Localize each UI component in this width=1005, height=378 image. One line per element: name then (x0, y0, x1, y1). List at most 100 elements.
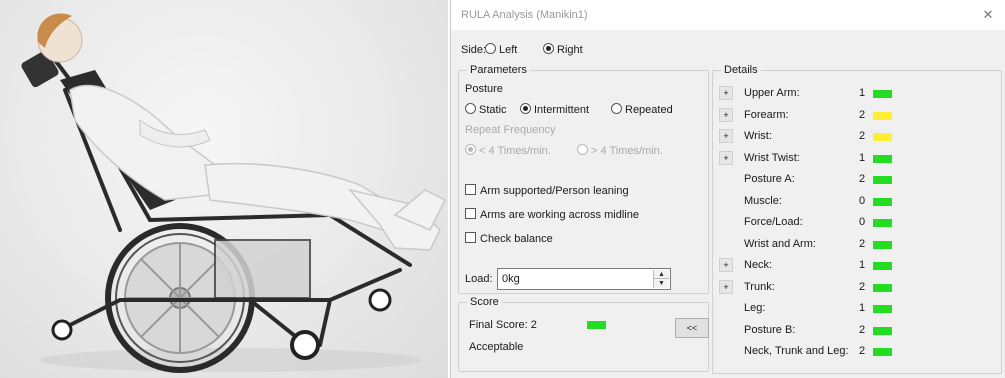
posture-label: Posture (465, 83, 503, 95)
side-left-radio-icon (485, 43, 496, 54)
collapse-details-button[interactable]: << (675, 318, 709, 338)
expand-icon[interactable]: + (719, 107, 733, 122)
detail-label: Neck, Trunk and Leg: (744, 345, 849, 357)
load-spin-buttons[interactable]: ▲ ▼ (653, 270, 669, 288)
detail-score-swatch (873, 326, 892, 335)
posture-repeated-radio[interactable]: Repeated (611, 103, 673, 116)
detail-score: 2 (859, 108, 866, 121)
repeat-less-radio[interactable]: < 4 Times/min. (465, 144, 551, 157)
repeat-less-label: < 4 Times/min. (479, 145, 551, 157)
expand-icon[interactable]: + (719, 129, 733, 143)
detail-row[interactable]: + Neck: 1 (713, 255, 1003, 276)
detail-score: 2 (859, 345, 866, 357)
detail-row: Muscle: 0 (713, 191, 1003, 212)
parameters-group: Parameters Posture Static Intermittent R… (458, 64, 709, 294)
expand-icon[interactable]: + (719, 86, 733, 100)
detail-label: Posture A: (744, 173, 795, 185)
repeat-less-radio-icon (465, 144, 476, 155)
side-right-radio[interactable]: Right (543, 43, 583, 56)
repeat-frequency-label: Repeat Frequency (465, 124, 556, 136)
detail-label: Trunk: (744, 280, 775, 293)
side-left-label: Left (499, 44, 518, 56)
expand-icon[interactable]: + (719, 150, 733, 165)
detail-score: 0 (859, 216, 866, 228)
3d-viewport[interactable] (0, 0, 448, 378)
detail-label: Wrist and Arm: (744, 237, 816, 250)
detail-score-swatch (873, 176, 892, 184)
across-midline-label: Arms are working across midline (480, 209, 639, 221)
side-right-radio-icon (543, 43, 554, 54)
detail-score-swatch (873, 240, 892, 249)
parameters-legend: Parameters (467, 64, 530, 76)
posture-intermittent-radio[interactable]: Intermittent (520, 103, 589, 116)
posture-static-radio[interactable]: Static (465, 103, 507, 116)
detail-label: Leg: (744, 302, 766, 314)
posture-repeated-label: Repeated (625, 104, 673, 116)
details-legend: Details (721, 64, 761, 76)
expand-icon[interactable]: + (719, 258, 733, 272)
detail-score: 1 (859, 151, 866, 164)
detail-row: Neck, Trunk and Leg: 2 (713, 341, 1003, 362)
detail-label: Wrist Twist: (744, 151, 800, 164)
spin-down-icon[interactable]: ▼ (654, 279, 669, 288)
posture-intermittent-radio-icon (520, 103, 531, 114)
dialog-title: RULA Analysis (Manikin1) (461, 9, 588, 21)
detail-score: 2 (859, 130, 866, 142)
dialog-titlebar[interactable]: RULA Analysis (Manikin1) ✕ (451, 0, 1005, 30)
detail-score-swatch (873, 111, 892, 120)
posture-repeated-radio-icon (611, 103, 622, 114)
detail-row[interactable]: + Forearm: 2 (713, 105, 1003, 126)
detail-row[interactable]: + Trunk: 2 (713, 277, 1003, 298)
score-verdict: Acceptable (469, 341, 524, 353)
posture-intermittent-label: Intermittent (534, 104, 590, 116)
detail-row[interactable]: + Upper Arm: 1 (713, 83, 1003, 104)
rula-analysis-dialog: RULA Analysis (Manikin1) ✕ Side: Left Ri… (450, 0, 1005, 378)
details-group: Details + Upper Arm: 1 + Forearm: 2 + Wrist: 2 + W… (712, 64, 1003, 374)
detail-score: 2 (859, 280, 866, 293)
detail-score: 0 (859, 194, 866, 207)
detail-score: 2 (859, 323, 866, 336)
detail-row: Leg: 1 (713, 298, 1003, 319)
detail-label: Force/Load: (744, 216, 803, 228)
expand-icon[interactable]: + (719, 279, 733, 294)
arm-supported-checkbox[interactable]: Arm supported/Person leaning (465, 184, 629, 197)
close-icon[interactable]: ✕ (978, 5, 998, 25)
detail-row: Wrist and Arm: 2 (713, 234, 1003, 255)
load-value: 0kg (502, 273, 520, 285)
load-label: Load: (465, 273, 493, 285)
side-label: Side: (461, 44, 487, 56)
detail-score: 1 (859, 259, 866, 271)
detail-score-swatch (873, 283, 892, 292)
load-spinbox[interactable]: 0kg ▲ ▼ (497, 268, 671, 290)
detail-score-swatch (873, 305, 892, 313)
score-group: Score Final Score: 2 Acceptable << (458, 296, 709, 372)
detail-score: 2 (859, 237, 866, 250)
across-midline-check-icon (465, 208, 476, 219)
detail-row: Posture A: 2 (713, 169, 1003, 190)
detail-row[interactable]: + Wrist Twist: 1 (713, 148, 1003, 169)
final-score-swatch (587, 321, 606, 329)
detail-label: Neck: (744, 259, 773, 271)
posture-static-radio-icon (465, 103, 476, 114)
detail-row[interactable]: + Wrist: 2 (713, 126, 1003, 147)
detail-label: Forearm: (744, 108, 789, 121)
side-left-radio[interactable]: Left (485, 43, 517, 56)
check-balance-checkbox[interactable]: Check balance (465, 232, 553, 245)
detail-score: 1 (859, 87, 866, 99)
across-midline-checkbox[interactable]: Arms are working across midline (465, 208, 639, 221)
final-score-label: Final Score: 2 (469, 319, 537, 331)
spin-up-icon[interactable]: ▲ (654, 270, 669, 279)
detail-label: Upper Arm: (744, 87, 800, 99)
repeat-more-radio-icon (577, 144, 588, 155)
repeat-more-radio[interactable]: > 4 Times/min. (577, 144, 663, 157)
detail-score-swatch (873, 90, 892, 98)
detail-row: Posture B: 2 (713, 320, 1003, 341)
detail-row: Force/Load: 0 (713, 212, 1003, 233)
detail-score-swatch (873, 219, 892, 227)
score-legend: Score (467, 296, 502, 308)
arm-supported-label: Arm supported/Person leaning (480, 185, 629, 197)
detail-label: Wrist: (744, 130, 772, 142)
detail-score-swatch (873, 154, 892, 163)
arm-supported-check-icon (465, 184, 476, 195)
side-right-label: Right (557, 44, 583, 56)
